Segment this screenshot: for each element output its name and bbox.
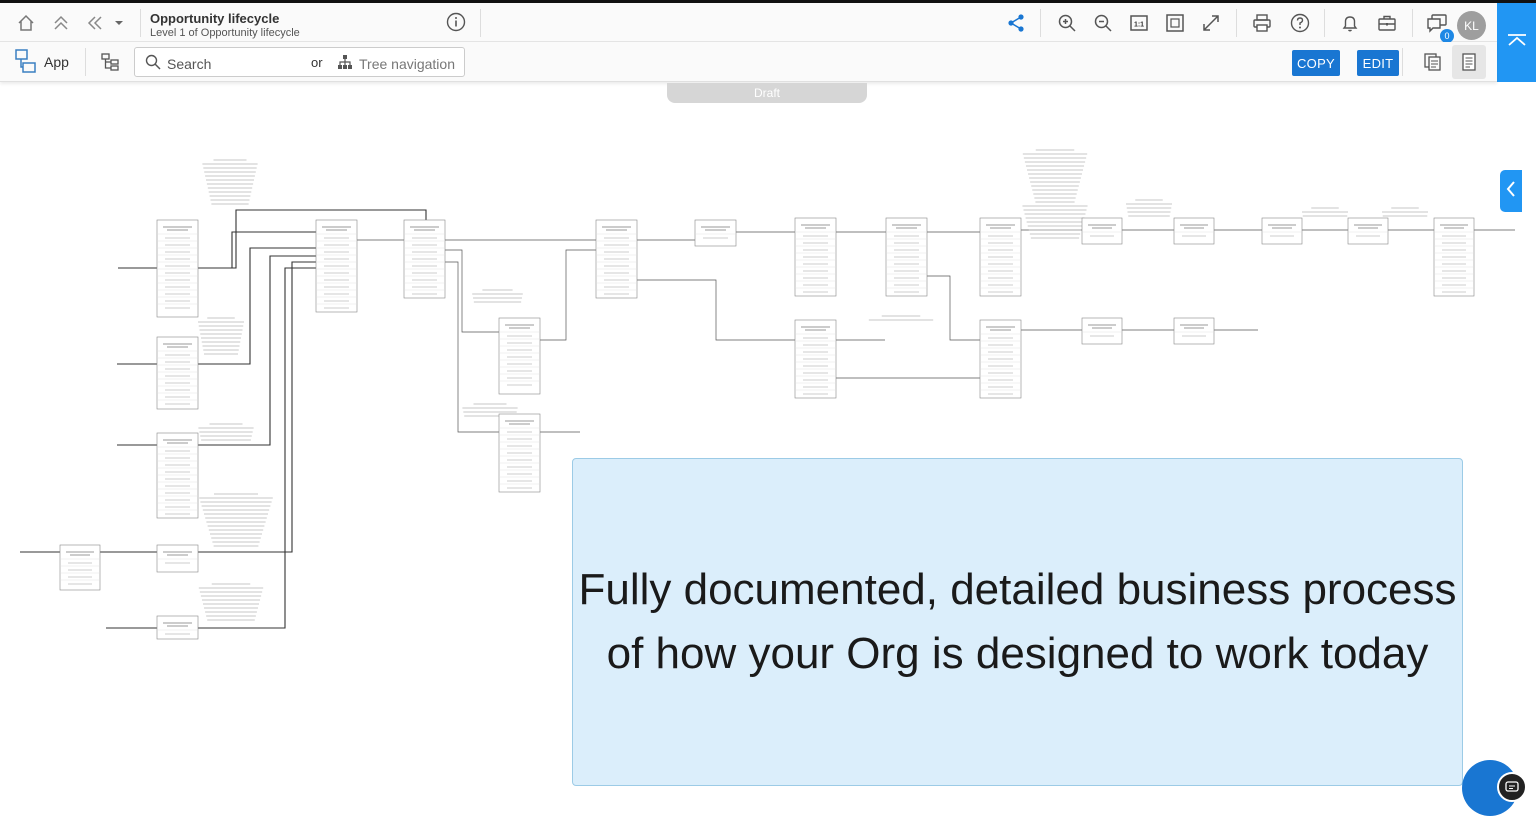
process-activity-box[interactable] xyxy=(1173,317,1215,345)
tree-navigation-label: Tree navigation xyxy=(359,55,455,72)
header-separator xyxy=(1236,9,1237,37)
or-label: or xyxy=(311,55,323,70)
app-label: App xyxy=(44,54,69,70)
process-activity-box[interactable] xyxy=(1173,217,1215,245)
header-separator xyxy=(1040,9,1041,37)
process-activity-box[interactable] xyxy=(979,217,1022,297)
search-input[interactable]: Search xyxy=(145,54,211,73)
header-bar: Opportunity lifecycle Level 1 of Opportu… xyxy=(0,3,1536,43)
process-activity-box[interactable] xyxy=(694,219,737,247)
search-icon xyxy=(145,54,161,73)
process-activity-box[interactable] xyxy=(498,317,541,395)
annotation-text xyxy=(1302,207,1348,217)
print-icon[interactable] xyxy=(1250,11,1274,35)
tree-navigation-button[interactable]: Tree navigation xyxy=(337,54,455,73)
annotation-text xyxy=(1126,199,1172,217)
process-activity-box[interactable] xyxy=(1081,217,1123,245)
process-activity-box[interactable] xyxy=(885,217,928,297)
process-activity-box[interactable] xyxy=(156,615,199,640)
avatar[interactable]: KL xyxy=(1457,11,1486,40)
share-icon[interactable] xyxy=(1004,11,1028,35)
annotation-text xyxy=(202,159,258,205)
process-connector xyxy=(198,255,316,446)
process-activity-box[interactable] xyxy=(156,432,199,519)
page-title-block: Opportunity lifecycle Level 1 of Opportu… xyxy=(150,11,300,40)
page-title: Opportunity lifecycle xyxy=(150,11,280,26)
process-activity-box[interactable] xyxy=(1433,217,1475,297)
actual-size-icon[interactable]: 1:1 xyxy=(1127,11,1151,35)
process-connector xyxy=(198,231,316,269)
process-activity-box[interactable] xyxy=(1347,217,1389,245)
status-badge: Draft xyxy=(667,83,867,103)
briefcase-icon[interactable] xyxy=(1375,11,1399,35)
process-connector xyxy=(637,279,795,341)
callout-panel: Fully documented, detailed business proc… xyxy=(572,458,1463,786)
process-activity-box[interactable] xyxy=(794,217,837,297)
process-activity-box[interactable] xyxy=(59,544,101,591)
header-separator xyxy=(480,9,481,37)
chevron-down-icon[interactable] xyxy=(112,15,126,31)
toolbar-separator xyxy=(85,48,86,76)
annotation-text xyxy=(198,583,264,621)
annotation-text xyxy=(198,317,244,355)
annotation-text xyxy=(868,315,934,321)
zoom-out-icon[interactable] xyxy=(1091,11,1115,35)
fullscreen-icon[interactable] xyxy=(1199,11,1223,35)
home-icon[interactable] xyxy=(14,11,38,35)
process-activity-box[interactable] xyxy=(979,319,1022,399)
process-connector xyxy=(198,261,316,553)
toolbar-separator xyxy=(1402,48,1403,76)
search-label: Search xyxy=(167,55,212,72)
app-icon xyxy=(14,48,38,77)
header-separator xyxy=(1324,9,1325,37)
process-activity-box[interactable] xyxy=(156,544,199,573)
edit-button[interactable]: EDIT xyxy=(1357,50,1399,76)
notes-icon[interactable] xyxy=(1452,45,1486,79)
process-activity-box[interactable] xyxy=(156,336,199,410)
header-separator xyxy=(1412,9,1413,37)
comments-count-badge: 0 xyxy=(1440,29,1454,43)
process-activity-box[interactable] xyxy=(156,219,199,318)
hierarchy-icon xyxy=(337,54,353,73)
copy-button[interactable]: COPY xyxy=(1292,50,1340,76)
tree-icon[interactable] xyxy=(98,50,122,74)
process-connector xyxy=(540,249,596,341)
process-activity-box[interactable] xyxy=(315,219,358,313)
collapse-header-button[interactable] xyxy=(1497,3,1536,82)
double-chevron-up-icon[interactable] xyxy=(50,11,72,35)
process-connector xyxy=(445,261,499,433)
callout-text: Fully documented, detailed business proc… xyxy=(578,565,1457,678)
pages-icon[interactable] xyxy=(1421,50,1445,74)
process-activity-box[interactable] xyxy=(794,319,837,399)
page-subtitle: Level 1 of Opportunity lifecycle xyxy=(150,27,300,39)
fit-to-screen-icon[interactable] xyxy=(1163,11,1187,35)
annotation-text xyxy=(472,289,523,303)
process-activity-box[interactable] xyxy=(1261,217,1303,245)
process-activity-box[interactable] xyxy=(498,413,541,493)
process-connector xyxy=(927,275,980,341)
help-icon[interactable] xyxy=(1288,11,1312,35)
svg-text:1:1: 1:1 xyxy=(1134,22,1144,29)
double-chevron-left-icon[interactable] xyxy=(84,11,106,35)
process-activity-box[interactable] xyxy=(595,219,638,299)
zoom-in-icon[interactable] xyxy=(1055,11,1079,35)
process-activity-box[interactable] xyxy=(1081,317,1123,345)
app-button[interactable]: App xyxy=(14,48,69,76)
annotation-text xyxy=(1382,207,1428,217)
annotation-text xyxy=(199,493,273,547)
chat-icon[interactable] xyxy=(1497,772,1527,802)
header-separator xyxy=(140,9,141,37)
annotation-text xyxy=(198,423,254,441)
process-activity-box[interactable] xyxy=(403,219,446,299)
chevron-left-icon xyxy=(1505,180,1517,203)
bell-icon[interactable] xyxy=(1338,11,1362,35)
process-connector xyxy=(198,247,316,365)
annotation-text xyxy=(1022,149,1088,239)
info-icon[interactable] xyxy=(445,11,467,33)
chevron-up-icon xyxy=(1506,33,1528,52)
side-panel-toggle[interactable] xyxy=(1500,170,1522,212)
search-box: Search or Tree navigation xyxy=(134,47,465,77)
